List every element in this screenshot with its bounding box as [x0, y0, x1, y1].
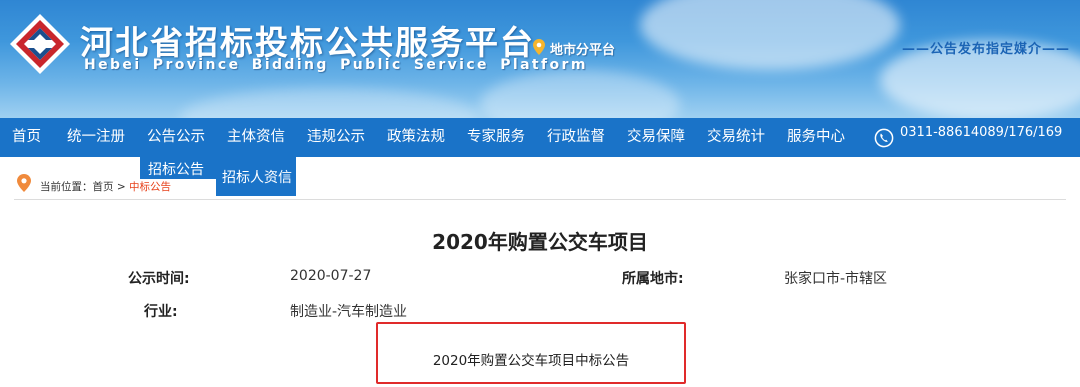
industry-value: 制造业-汽车制造业	[290, 304, 408, 320]
nav-item-announcements[interactable]: 公告公示	[147, 118, 205, 157]
publish-time-value: 2020-07-27	[290, 268, 372, 284]
nav-item-credentials[interactable]: 主体资信	[227, 118, 285, 157]
nav-item-experts[interactable]: 专家服务	[467, 118, 525, 157]
city-value: 张家口市-市辖区	[784, 271, 888, 287]
nav-item-guarantee[interactable]: 交易保障	[627, 118, 685, 157]
breadcrumb-current: 中标公告	[129, 181, 171, 193]
nav-item-statistics[interactable]: 交易统计	[707, 118, 765, 157]
phone-icon	[874, 128, 894, 148]
nav-item-supervision[interactable]: 行政监督	[547, 118, 605, 157]
media-notice: ——公告发布指定媒介——	[901, 42, 1070, 57]
breadcrumb-home[interactable]: 首页	[93, 181, 114, 193]
nav-item-register[interactable]: 统一注册	[67, 118, 125, 157]
nav-item-policies[interactable]: 政策法规	[387, 118, 445, 157]
page-title: 2020年购置公交车项目	[432, 230, 648, 254]
nav-item-service[interactable]: 服务中心	[787, 118, 845, 157]
breadcrumb-separator: >	[116, 181, 126, 193]
breadcrumb-divider	[14, 199, 1066, 200]
award-notice-link[interactable]: 2020年购置公交车项目中标公告	[376, 349, 686, 369]
breadcrumb-location-icon	[17, 174, 31, 192]
platform-logo-icon	[10, 14, 70, 74]
page-root: 河北省招标投标公共服务平台 Hebei Province Bidding Pub…	[0, 0, 1080, 387]
publish-time-label: 公示时间:	[128, 271, 190, 287]
nav-item-violations[interactable]: 违规公示	[307, 118, 365, 157]
dropdown-item-tenderer-credit[interactable]: 招标人资信	[216, 157, 296, 196]
location-pin-icon	[533, 39, 545, 55]
city-label: 所属地市:	[622, 271, 684, 287]
breadcrumb-label: 当前位置：	[40, 181, 93, 193]
hotline-number: 0311-88614089/176/169	[900, 125, 1063, 140]
breadcrumb: 当前位置：首页 > 中标公告	[40, 179, 171, 194]
dropdown-item-tender-notice[interactable]: 招标公告	[140, 157, 216, 179]
site-subtitle: Hebei Province Bidding Public Service Pl…	[84, 57, 588, 73]
industry-label: 行业:	[144, 304, 178, 320]
city-platform-link[interactable]: 地市分平台	[550, 39, 615, 58]
nav-item-home[interactable]: 首页	[12, 118, 41, 157]
